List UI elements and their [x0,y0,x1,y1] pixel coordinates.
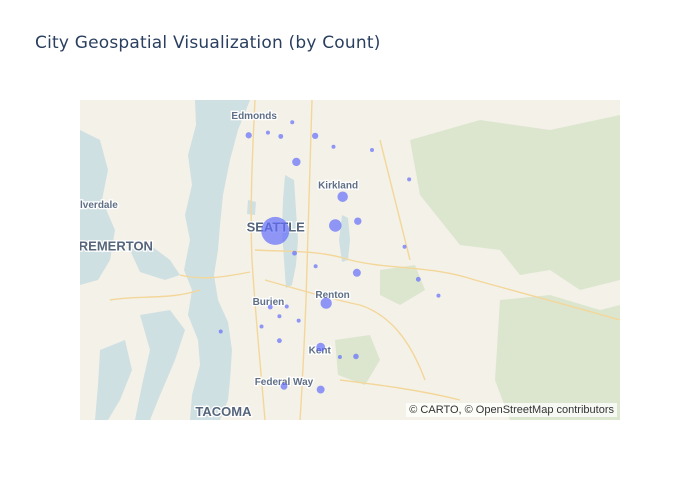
count-marker[interactable] [320,297,332,309]
count-marker[interactable] [245,132,252,139]
map-area[interactable]: EdmondsSilverdaleKirklandSEATTLEBREMERTO… [80,100,620,420]
place-label-edmonds: Edmonds [231,111,277,122]
count-marker[interactable] [261,216,290,245]
map-canvas[interactable]: EdmondsSilverdaleKirklandSEATTLEBREMERTO… [80,100,620,420]
count-marker[interactable] [337,354,342,359]
count-marker[interactable] [337,191,348,202]
place-label-bremerton: BREMERTON [80,238,153,253]
place-label-renton: Renton [315,290,349,301]
chart-title: City Geospatial Visualization (by Count) [35,33,381,53]
count-marker[interactable] [352,268,361,277]
count-marker[interactable] [278,133,284,139]
count-marker[interactable] [259,324,264,329]
count-marker[interactable] [267,304,273,310]
count-marker[interactable] [265,130,270,135]
place-label-tacoma: TACOMA [195,404,252,419]
count-marker[interactable] [329,219,342,232]
count-marker[interactable] [370,147,375,152]
count-marker[interactable] [353,353,359,360]
count-marker[interactable] [218,329,223,334]
count-marker[interactable] [290,120,295,125]
count-marker[interactable] [415,276,421,282]
place-label-silverdale: Silverdale [80,200,118,211]
count-marker[interactable] [276,338,282,344]
count-marker[interactable] [284,304,289,309]
count-marker[interactable] [407,177,412,182]
count-marker[interactable] [436,293,441,298]
place-label-kirkland: Kirkland [318,181,358,192]
count-marker[interactable] [316,385,325,394]
count-marker[interactable] [354,217,362,225]
count-marker[interactable] [296,318,301,323]
count-marker[interactable] [402,244,407,249]
count-marker[interactable] [331,144,336,149]
count-marker[interactable] [316,342,326,352]
count-marker[interactable] [312,132,319,139]
count-marker[interactable] [292,250,297,256]
count-marker[interactable] [277,314,282,319]
count-marker[interactable] [292,157,301,167]
map-attribution[interactable]: © CARTO, © OpenStreetMap contributors [406,403,617,417]
count-marker[interactable] [280,382,288,390]
count-marker[interactable] [313,264,318,269]
